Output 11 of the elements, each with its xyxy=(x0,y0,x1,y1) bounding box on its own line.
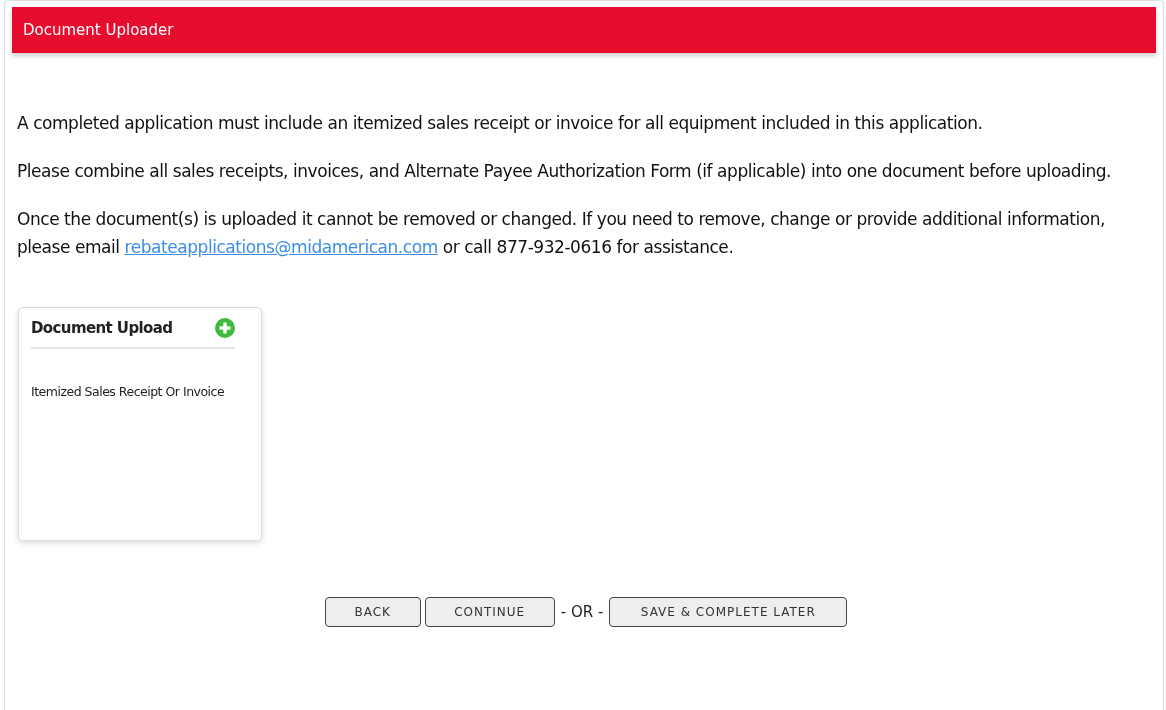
add-icon[interactable] xyxy=(215,318,235,338)
instruction-text: A completed application must include an itemized sales receipt or invoice for all equipment included in this application. xyxy=(17,112,984,135)
instruction-text: Once the document(s) is uploaded it cannot be removed or changed. If you need to remove, change or provide additional information, please email rebateapplications@midamerican.com or call 877-932-0616 for assistance. xyxy=(17,208,1107,259)
nav-button[interactable]: BACK xyxy=(324,597,421,627)
save-button[interactable]: SAVE & COMPLETE LATER xyxy=(609,597,848,627)
nav-button[interactable]: CONTINUE xyxy=(424,597,555,627)
header-title: Document Uploader xyxy=(23,21,174,39)
instruction-text: Please combine all sales receipts, invoices, and Alternate Payee Authorization Form (if applicable) into one document before uploading. xyxy=(17,160,1113,183)
card-title: Document Upload xyxy=(31,319,173,337)
document-label: Itemized Sales Receipt Or Invoice xyxy=(31,384,226,399)
separator-text: - OR - xyxy=(560,603,604,621)
